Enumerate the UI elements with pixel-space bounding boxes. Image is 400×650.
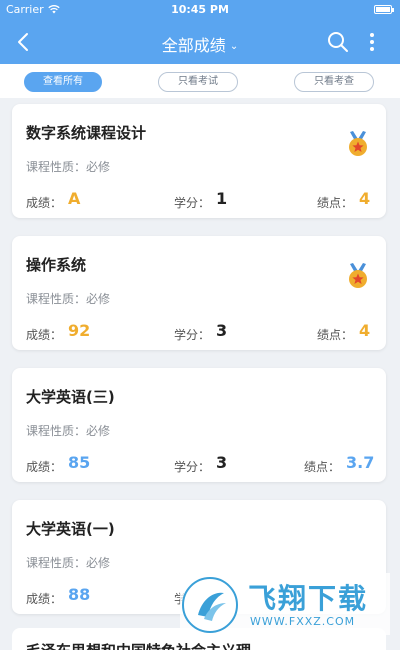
watermark-url: WWW.FXXZ.COM [250, 615, 356, 628]
filter-assessment-only[interactable]: 只看考查 [294, 72, 374, 92]
course-name: 数字系统课程设计 [26, 124, 147, 142]
course-card[interactable]: 数字系统课程设计 课程性质：必修 成绩： A 学分： 1 绩点： 4 [12, 104, 386, 218]
score-label: 成绩： [26, 328, 63, 342]
watermark-brand: 飞翔下载 [248, 582, 369, 615]
score-value: A [68, 189, 81, 208]
filter-all[interactable]: 查看所有 [24, 72, 102, 92]
course-type-value: 必修 [86, 556, 111, 570]
course-type-label: 课程性质： [26, 160, 87, 174]
course-type: 课程性质：必修 [26, 554, 110, 571]
course-type-value: 必修 [86, 424, 111, 438]
score-label: 成绩： [26, 592, 63, 606]
score-label: 成绩： [26, 196, 63, 210]
filter-bar: 查看所有 只看考试 只看考查 [0, 64, 400, 98]
course-type-value: 必修 [86, 160, 111, 174]
course-name: 大学英语(一) [26, 520, 115, 538]
course-type-label: 课程性质： [26, 292, 87, 306]
medal-icon [349, 131, 367, 156]
battery-icon [374, 5, 394, 14]
credit-label: 学分： [174, 460, 211, 474]
watermark-logo-icon [182, 577, 238, 633]
course-name: 操作系统 [26, 256, 87, 274]
gpa-label: 绩点： [317, 196, 354, 210]
credit-value: 3 [216, 321, 228, 340]
course-card[interactable]: 大学英语(三) 课程性质：必修 成绩： 85 学分： 3 绩点： 3.7 [12, 368, 386, 482]
more-icon[interactable] [360, 30, 384, 54]
gpa-value: 4 [359, 189, 371, 208]
gpa-value: 3.7 [346, 453, 375, 472]
score-label: 成绩： [26, 460, 63, 474]
course-card[interactable]: 操作系统 课程性质：必修 成绩： 92 学分： 3 绩点： 4 [12, 236, 386, 350]
course-type: 课程性质：必修 [26, 158, 110, 175]
course-type: 课程性质：必修 [26, 290, 110, 307]
course-type-value: 必修 [86, 292, 111, 306]
nav-bar: 全部成绩 ⌄ [0, 20, 400, 64]
gpa-label: 绩点： [317, 328, 354, 342]
course-name: 大学英语(三) [26, 388, 115, 406]
score-value: 88 [68, 585, 91, 604]
status-time: 10:45 PM [171, 3, 229, 16]
gpa-label: 绩点： [304, 460, 341, 474]
course-name: 毛泽东思想和中国特色社会主义理 [26, 640, 251, 650]
filter-exam-only[interactable]: 只看考试 [158, 72, 238, 92]
page-title: 全部成绩 [161, 36, 226, 55]
credit-label: 学分： [174, 328, 211, 342]
watermark: 飞翔下载 WWW.FXXZ.COM [180, 573, 390, 635]
credit-label: 学分： [174, 196, 211, 210]
status-bar: Carrier 10:45 PM [0, 0, 400, 20]
gpa-value: 4 [359, 321, 371, 340]
score-value: 92 [68, 321, 91, 340]
search-icon[interactable] [326, 30, 350, 54]
course-type-label: 课程性质： [26, 424, 87, 438]
course-type: 课程性质：必修 [26, 422, 110, 439]
medal-icon [349, 263, 367, 288]
credit-value: 3 [216, 453, 228, 472]
credit-value: 1 [216, 189, 228, 208]
score-value: 85 [68, 453, 91, 472]
chevron-down-icon: ⌄ [229, 41, 239, 52]
course-type-label: 课程性质： [26, 556, 87, 570]
